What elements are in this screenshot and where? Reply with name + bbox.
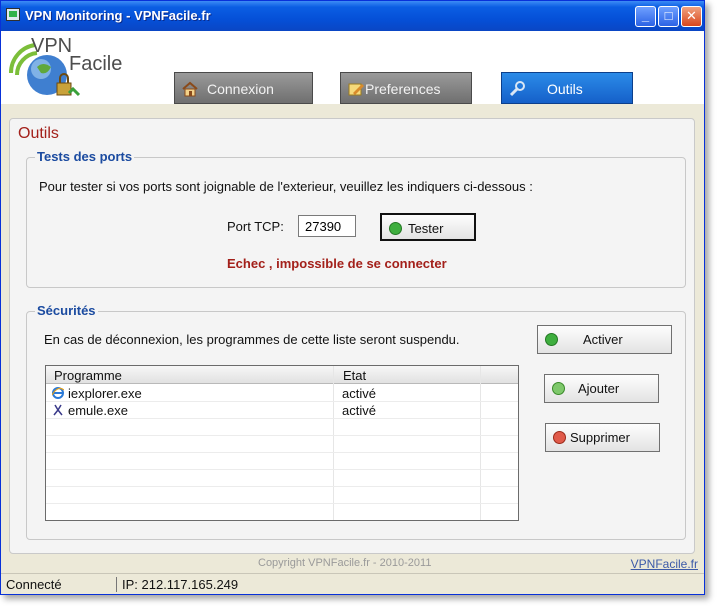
ajouter-button[interactable]: Ajouter <box>544 374 659 403</box>
button-label: Supprimer <box>570 430 630 445</box>
button-label: Activer <box>583 332 623 347</box>
home-icon <box>182 81 198 97</box>
connection-status: Connecté <box>6 577 62 592</box>
status-bar: Connecté IP: 212.117.165.249 <box>1 573 704 594</box>
tab-preferences[interactable]: Preferences <box>340 72 472 104</box>
emule-icon <box>53 404 63 416</box>
website-link[interactable]: VPNFacile.fr <box>631 557 698 571</box>
column-header-etat[interactable]: Etat <box>343 368 366 383</box>
maximize-button[interactable]: □ <box>658 6 679 27</box>
footer: Copyright VPNFacile.fr - 2010-2011 VPNFa… <box>1 557 704 573</box>
supprimer-button[interactable]: Supprimer <box>545 423 660 452</box>
main-panel: Outils Tests des ports Pour tester si vo… <box>9 118 695 554</box>
close-button[interactable]: ✕ <box>681 6 702 27</box>
header: VPN Facile Connexion Preferences Outils <box>1 31 704 104</box>
tab-outils[interactable]: Outils <box>501 72 633 104</box>
add-icon <box>552 382 565 395</box>
window-title: VPN Monitoring - VPNFacile.fr <box>25 8 211 23</box>
page-title: Outils <box>18 125 59 142</box>
security-description: En cas de déconnexion, les programmes de… <box>44 332 460 347</box>
cell-state: activé <box>342 403 376 418</box>
ports-group: Tests des ports Pour tester si vos ports… <box>26 149 686 288</box>
program-table[interactable]: Programme Etat iexplorer.exe activé emul… <box>45 365 519 521</box>
logo: VPN Facile <box>7 33 137 103</box>
activer-button[interactable]: Activer <box>537 325 672 354</box>
table-row-empty <box>46 487 518 504</box>
minimize-button[interactable]: _ <box>635 6 656 27</box>
close-icon: ✕ <box>686 8 697 23</box>
maximize-icon: □ <box>664 8 673 23</box>
tab-label: Preferences <box>365 81 441 97</box>
logo-text-facile: Facile <box>69 53 123 75</box>
cell-state: activé <box>342 386 376 401</box>
tab-label: Outils <box>547 81 583 97</box>
status-divider <box>116 577 117 592</box>
tester-button[interactable]: Tester <box>380 213 476 241</box>
internet-explorer-icon <box>52 387 64 399</box>
copyright: Copyright VPNFacile.fr - 2010-2011 <box>258 557 432 569</box>
port-input[interactable] <box>298 215 356 237</box>
table-row-empty <box>46 453 518 470</box>
button-label: Tester <box>408 221 444 236</box>
port-label: Port TCP: <box>227 219 284 234</box>
table-row-empty <box>46 436 518 453</box>
minimize-icon: _ <box>641 8 650 23</box>
ip-address: IP: 212.117.165.249 <box>122 577 239 592</box>
table-header: Programme Etat <box>46 366 518 384</box>
button-label: Ajouter <box>578 381 620 396</box>
table-row[interactable]: iexplorer.exe activé <box>46 385 518 402</box>
tab-label: Connexion <box>207 81 274 97</box>
logo-text-vpn: VPN <box>31 35 73 57</box>
group-legend: Sécurités <box>35 303 98 318</box>
notepad-icon <box>348 83 364 96</box>
cell-program: emule.exe <box>68 403 128 418</box>
column-header-programme[interactable]: Programme <box>54 368 122 383</box>
remove-icon <box>553 431 566 444</box>
ports-description: Pour tester si vos ports sont joignable … <box>39 179 533 194</box>
monitor-icon <box>6 8 20 21</box>
table-row[interactable]: emule.exe activé <box>46 402 518 419</box>
cell-program: iexplorer.exe <box>68 386 142 401</box>
tab-connexion[interactable]: Connexion <box>174 72 313 104</box>
table-row-empty <box>46 419 518 436</box>
title-bar[interactable]: VPN Monitoring - VPNFacile.fr _ □ ✕ <box>1 1 704 31</box>
group-legend: Tests des ports <box>35 149 135 164</box>
check-icon <box>545 333 558 346</box>
check-icon <box>389 222 402 235</box>
app-window: VPN Monitoring - VPNFacile.fr _ □ ✕ VPN … <box>0 0 705 595</box>
port-test-result: Echec , impossible de se connecter <box>227 256 447 271</box>
table-row-empty <box>46 470 518 487</box>
wrench-icon <box>509 81 525 97</box>
